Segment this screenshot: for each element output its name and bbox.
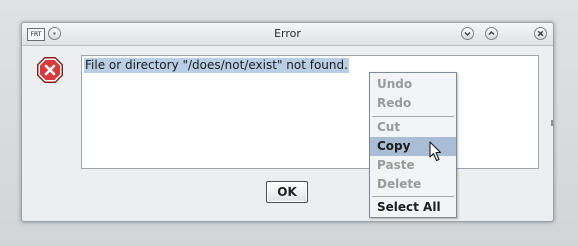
menu-item-paste[interactable]: Paste	[370, 156, 456, 175]
ok-button[interactable]: OK	[266, 181, 308, 203]
menu-item-select-all[interactable]: Select All	[370, 198, 456, 217]
message-text-area[interactable]: File or directory "/does/not/exist" not …	[81, 55, 539, 169]
title-bar[interactable]: FRT Error	[22, 23, 553, 46]
maximize-button[interactable]	[485, 27, 498, 40]
menu-item-redo[interactable]: Redo	[370, 94, 456, 113]
menu-item-delete[interactable]: Delete	[370, 175, 456, 194]
menu-item-cut[interactable]: Cut	[370, 118, 456, 137]
minimize-button[interactable]	[461, 27, 474, 40]
hand-pointer-icon	[429, 141, 442, 162]
close-icon	[537, 30, 544, 37]
error-message[interactable]: File or directory "/does/not/exist" not …	[84, 58, 349, 73]
close-button[interactable]	[534, 27, 547, 40]
error-dialog: FRT Error File or directory "/does/not/e…	[21, 22, 554, 222]
menu-separator	[372, 196, 454, 197]
menu-separator	[372, 116, 454, 117]
menu-item-copy[interactable]: Copy	[370, 137, 456, 156]
menu-item-undo[interactable]: Undo	[370, 75, 456, 94]
chevron-up-icon	[488, 31, 495, 35]
context-menu: Undo Redo Cut Copy Paste Delete Select A…	[369, 72, 457, 218]
chevron-down-icon	[464, 32, 471, 36]
resize-grip[interactable]	[551, 120, 553, 126]
error-stop-icon	[37, 57, 63, 83]
